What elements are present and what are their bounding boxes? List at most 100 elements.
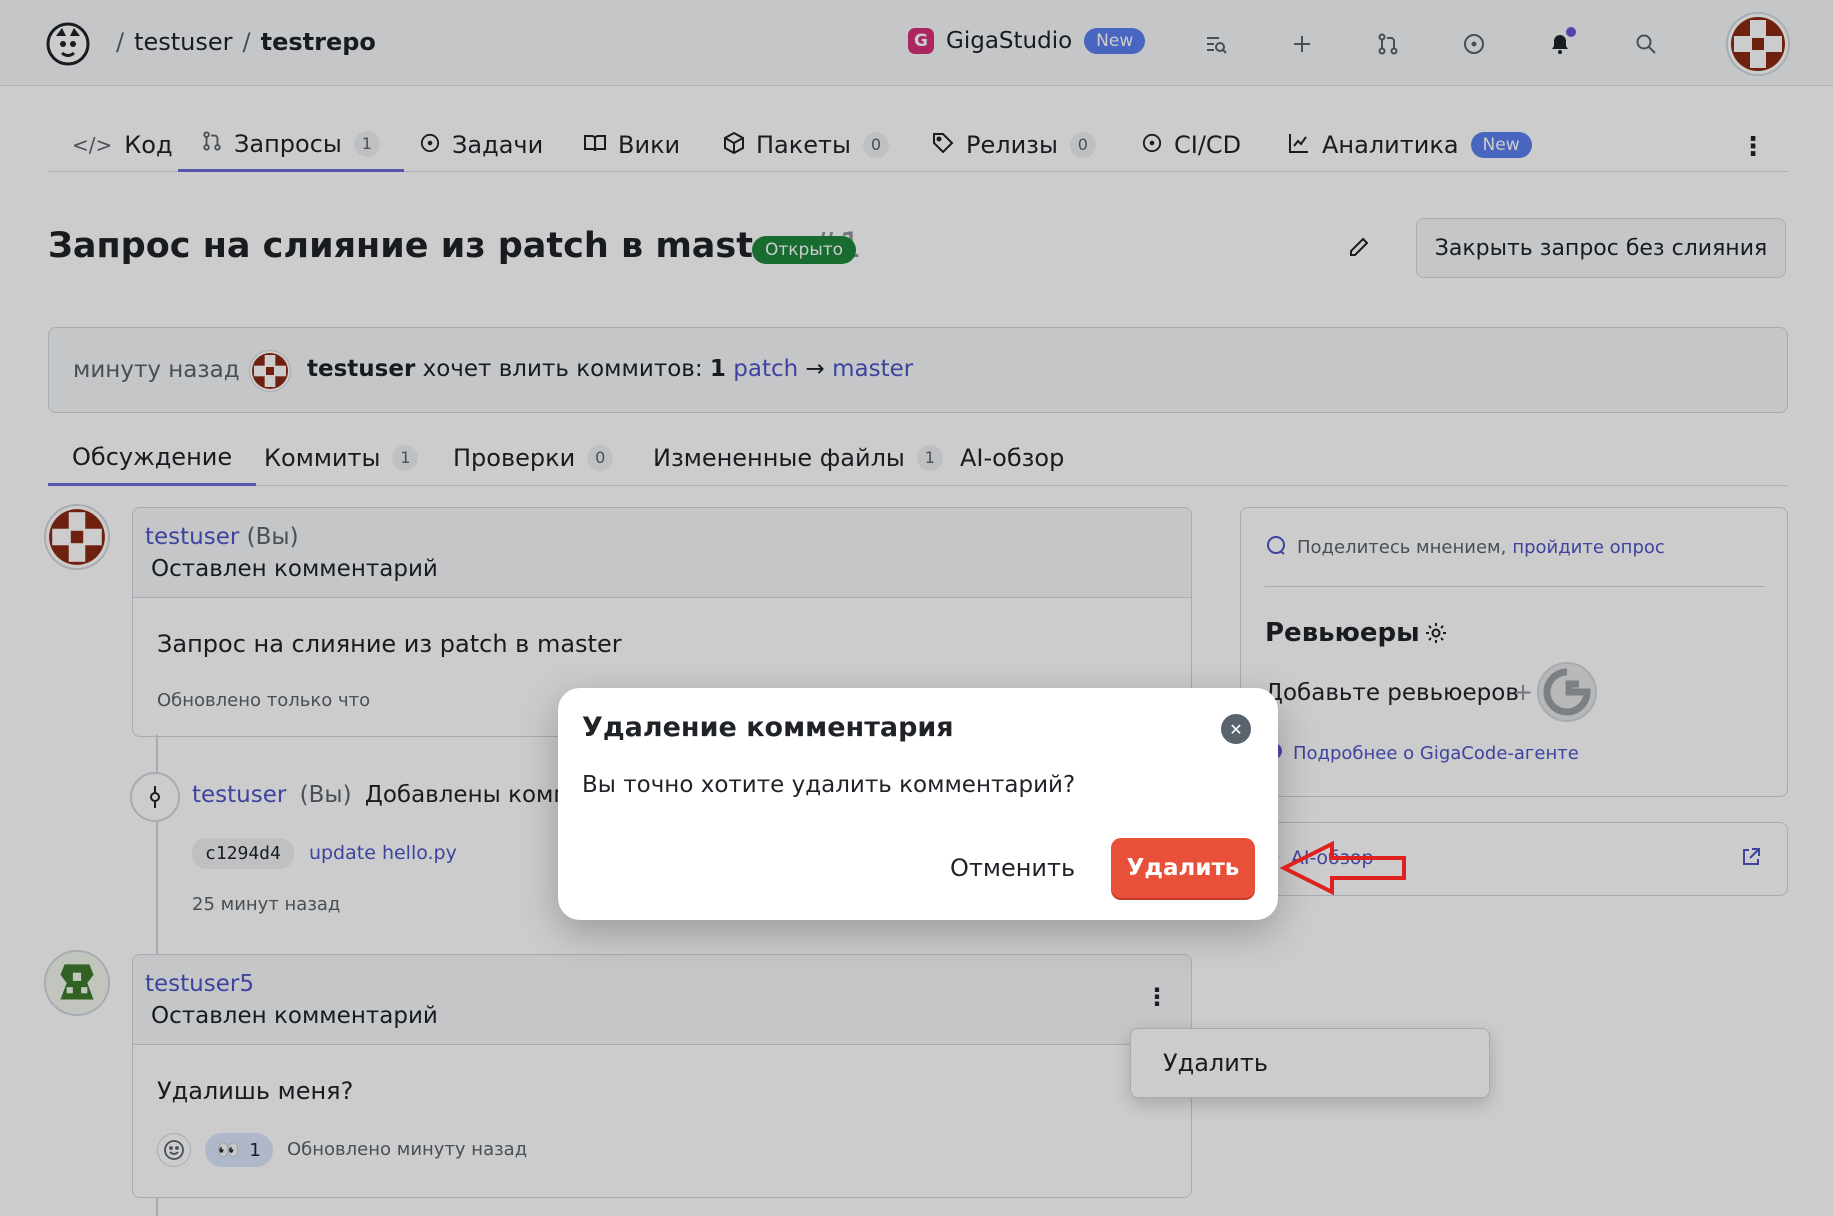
- tab-label: CI/CD: [1174, 131, 1242, 159]
- pr-tabs: Обсуждение Коммиты 1 Проверки 0 Измененн…: [48, 430, 1788, 486]
- tab-code[interactable]: </> Код: [72, 118, 173, 172]
- tab-issues[interactable]: Задачи: [420, 118, 543, 172]
- tab-releases[interactable]: Релизы 0: [932, 118, 1096, 172]
- summary-text: хочет влить коммитов:: [422, 356, 703, 382]
- tab-count: 1: [353, 130, 380, 157]
- reviewers-title: Ревьюеры: [1265, 618, 1420, 648]
- status-badge: Открыто: [752, 236, 857, 264]
- gigacode-link[interactable]: Подробнее о GigaCode-агенте: [1265, 742, 1579, 765]
- commit-message-link[interactable]: update hello.py: [309, 842, 457, 864]
- external-link-icon[interactable]: [1741, 847, 1761, 871]
- comment-dropdown-menu: Удалить: [1130, 1028, 1490, 1098]
- comment-menu-icon[interactable]: ⋮: [1145, 983, 1169, 1011]
- pull-request-icon[interactable]: [1374, 30, 1402, 58]
- dialog-message: Вы точно хотите удалить комментарий?: [582, 772, 1076, 798]
- tab-label: Релизы: [966, 131, 1058, 159]
- gigastudio-link[interactable]: G GigaStudio New: [908, 28, 1146, 54]
- tab-count: 0: [862, 132, 889, 158]
- tab-label: Обсуждение: [72, 442, 233, 471]
- confirm-delete-button[interactable]: Удалить: [1111, 838, 1255, 898]
- comment-updated: Обновлено только что: [157, 690, 371, 711]
- arrow-right-icon: →: [805, 356, 825, 382]
- menu-item-delete[interactable]: Удалить: [1163, 1049, 1268, 1077]
- new-badge: New: [1470, 132, 1532, 158]
- tab-ci-cd[interactable]: CI/CD: [1142, 118, 1241, 172]
- tab-label: Пакеты: [756, 131, 851, 159]
- breadcrumb-repo[interactable]: testrepo: [261, 28, 376, 56]
- commit-action: Добавлены комми: [364, 782, 586, 808]
- feedback-text: Поделитесь мнением,: [1297, 537, 1507, 558]
- tab-count: 0: [587, 445, 614, 471]
- tab-label: Задачи: [452, 131, 544, 159]
- you-label: (Вы): [246, 524, 299, 550]
- comment-card: testuser5 Оставлен комментарий ⋮ Удалишь…: [132, 954, 1192, 1198]
- commit-icon: [130, 772, 180, 822]
- tab-commits[interactable]: Коммиты 1: [264, 430, 419, 486]
- avatar[interactable]: [249, 350, 291, 392]
- comment-author[interactable]: testuser: [145, 524, 239, 550]
- user-avatar[interactable]: [1726, 12, 1790, 76]
- avatar[interactable]: [44, 950, 110, 1016]
- search-icon[interactable]: [1632, 30, 1660, 58]
- comment-author[interactable]: testuser5: [145, 971, 254, 997]
- tab-label: Запросы: [234, 129, 342, 158]
- pencil-icon[interactable]: [1348, 236, 1370, 264]
- feedback-line: Поделитесь мнением, пройдите опрос: [1265, 534, 1665, 561]
- add-reviewers-label[interactable]: Добавьте ревьюеров: [1265, 680, 1519, 706]
- comment-body: Удалишь меня?: [157, 1077, 354, 1105]
- app-logo-icon[interactable]: [46, 22, 90, 66]
- repo-tabs: </> Код Запросы 1 Задачи Вики Пакеты 0 Р…: [48, 118, 1788, 172]
- eyes-emoji-icon: 👀: [217, 1139, 240, 1161]
- bell-icon[interactable]: [1546, 27, 1576, 58]
- tab-changed-files[interactable]: Измененные файлы 1: [653, 430, 943, 486]
- dialog-title: Удаление комментария: [582, 712, 954, 743]
- close-without-merge-button[interactable]: Закрыть запрос без слияния: [1416, 218, 1786, 278]
- annotation-arrow-icon: [1279, 840, 1410, 900]
- avatar[interactable]: [44, 504, 110, 570]
- tab-pull-requests[interactable]: Запросы 1: [178, 118, 404, 172]
- tab-label: Измененные файлы: [653, 444, 905, 472]
- commit-event-line: testuser (Вы) Добавлены комми: [192, 782, 586, 808]
- reaction-badge[interactable]: 👀 1: [205, 1133, 273, 1167]
- gigacode-agent-avatar[interactable]: [1537, 662, 1597, 722]
- book-icon: [584, 133, 606, 158]
- more-options-icon[interactable]: ⋮: [1740, 132, 1766, 162]
- commit-sha[interactable]: c1294d4: [192, 838, 294, 869]
- user-link[interactable]: testuser: [307, 356, 415, 382]
- tab-label: Аналитика: [1322, 131, 1459, 159]
- close-icon[interactable]: ✕: [1221, 714, 1251, 744]
- tag-icon: [932, 132, 954, 159]
- tab-checks[interactable]: Проверки 0: [453, 430, 614, 486]
- add-reaction-icon[interactable]: [157, 1133, 191, 1167]
- notification-dot: [1566, 27, 1576, 37]
- tab-count: 1: [392, 445, 419, 471]
- cancel-button[interactable]: Отменить: [938, 840, 1087, 896]
- delete-comment-dialog: Удаление комментария ✕ Вы точно хотите у…: [558, 688, 1278, 920]
- code-icon: </>: [72, 133, 113, 157]
- tab-wiki[interactable]: Вики: [584, 118, 680, 172]
- tab-analytics[interactable]: Аналитика New: [1288, 118, 1532, 172]
- breadcrumb-separator: /: [116, 28, 125, 56]
- commit-author[interactable]: testuser: [192, 782, 286, 808]
- search-code-icon[interactable]: [1202, 30, 1230, 58]
- feedback-icon: [1265, 534, 1287, 561]
- you-label: (Вы): [299, 782, 352, 808]
- tab-ai-review[interactable]: AI-обзор: [960, 430, 1064, 486]
- tab-packages[interactable]: Пакеты 0: [724, 118, 889, 172]
- ci-icon: [1142, 133, 1162, 158]
- add-reviewer-plus-icon[interactable]: +: [1513, 678, 1533, 706]
- tab-discussion[interactable]: Обсуждение: [48, 430, 257, 486]
- top-header: / testuser / testrepo G GigaStudio New: [0, 0, 1833, 86]
- pr-summary: testuser хочет влить коммитов: 1 patch →…: [307, 356, 913, 382]
- tab-label: Коммиты: [264, 444, 381, 472]
- gear-icon[interactable]: [1425, 622, 1447, 648]
- issue-icon[interactable]: [1460, 30, 1488, 58]
- plus-icon[interactable]: [1288, 30, 1316, 58]
- page-title: Запрос на слияние из patch в master#1: [48, 226, 862, 266]
- reaction-count: 1: [249, 1139, 261, 1161]
- source-branch-link[interactable]: patch: [733, 356, 798, 382]
- target-branch-link[interactable]: master: [832, 356, 913, 382]
- divider: [1265, 586, 1765, 587]
- survey-link[interactable]: пройдите опрос: [1512, 537, 1664, 558]
- breadcrumb-owner[interactable]: testuser: [134, 28, 232, 56]
